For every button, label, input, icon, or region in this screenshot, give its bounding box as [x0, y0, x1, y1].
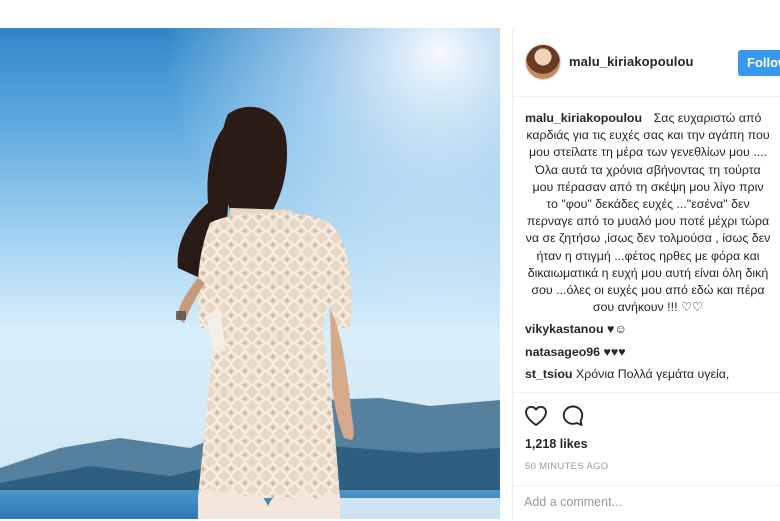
- photo-scene: [0, 28, 500, 519]
- post-timestamp: 50 MINUTES AGO: [525, 461, 609, 472]
- comment-item: st_tsiou Χρόνια Πολλά γεμάτα υγεία,: [525, 366, 771, 383]
- like-count[interactable]: 1,218 likes: [525, 437, 588, 451]
- comment-author[interactable]: natasageo96: [525, 345, 600, 359]
- action-bar: 1,218 likes 50 MINUTES AGO: [513, 392, 780, 520]
- follow-button[interactable]: Follow: [738, 50, 780, 76]
- post-side-panel: malu_kiriakopoulou Follow malu_kiriakopo…: [512, 28, 780, 519]
- comment-list: malu_kiriakopoulou Σας ευχαριστώ από καρ…: [525, 110, 771, 388]
- comment-item: vikykastanou ♥☺: [525, 321, 771, 338]
- comment-text: ♥♥♥: [603, 344, 626, 359]
- comment-author[interactable]: vikykastanou: [525, 322, 604, 336]
- comment-author[interactable]: st_tsiou: [525, 367, 573, 381]
- caption-author[interactable]: malu_kiriakopoulou: [525, 110, 642, 127]
- comment-input[interactable]: [524, 495, 764, 509]
- post-photo[interactable]: [0, 28, 500, 519]
- top-whitespace: [0, 0, 780, 28]
- comment-item: natasageo96 ♥♥♥: [525, 344, 771, 361]
- add-comment-bar: [513, 485, 780, 521]
- avatar[interactable]: [525, 44, 561, 80]
- caption-text: Σας ευχαριστώ από καρδιάς για τις ευχές …: [525, 111, 771, 315]
- post-header: malu_kiriakopoulou Follow: [513, 28, 780, 97]
- comment-text: ♥☺: [606, 322, 627, 337]
- comment-text: Χρόνια Πολλά γεμάτα υγεία,: [575, 366, 730, 381]
- username[interactable]: malu_kiriakopoulou: [569, 54, 694, 69]
- speech-bubble-icon[interactable]: [561, 404, 585, 433]
- caption: malu_kiriakopoulou Σας ευχαριστώ από καρ…: [525, 110, 771, 316]
- heart-outline-icon[interactable]: [524, 405, 548, 432]
